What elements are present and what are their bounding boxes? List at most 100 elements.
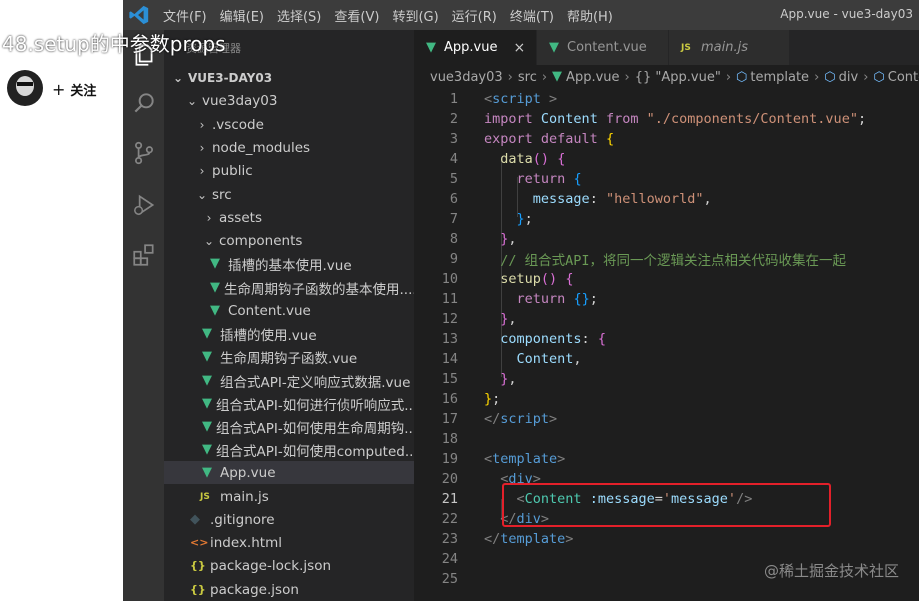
code-line: 17 </script> [441, 411, 558, 428]
chevron-right-icon: › [725, 69, 732, 85]
menu-edit[interactable]: 编辑(E) [220, 6, 264, 25]
code-line: 23 </template> [441, 531, 574, 548]
menu-terminal[interactable]: 终端(T) [510, 6, 554, 25]
tree-folder-assets[interactable]: › assets [164, 206, 414, 229]
vue-file-icon: ▼ [202, 395, 212, 411]
vue-file-icon: ▼ [210, 279, 220, 295]
code-line: 8 }, [449, 231, 517, 248]
code-line: 11 return {}; [441, 291, 598, 308]
breadcrumb-item[interactable]: App.vue [566, 70, 619, 85]
chevron-right-icon: › [507, 69, 513, 85]
json-file-icon: {} [190, 583, 206, 596]
tree-file-vue[interactable]: ▼ 组合式API-定义响应式数据.vue [164, 369, 414, 392]
vue-file-icon: ▼ [552, 69, 563, 84]
chevron-right-icon: › [199, 117, 205, 132]
tree-file-package-json[interactable]: {} package.json [164, 578, 414, 601]
tree-file-vue[interactable]: ▼ 插槽的使用.vue [164, 322, 414, 345]
symbol-icon: ⬡ [873, 69, 885, 85]
breadcrumb-item[interactable]: template [750, 70, 809, 85]
tree-folder-public[interactable]: › public [164, 159, 414, 182]
tree-folder-components[interactable]: ⌄ components [164, 229, 414, 252]
menu-view[interactable]: 查看(V) [334, 6, 379, 25]
follow-button[interactable]: + 关注 [52, 80, 96, 99]
breadcrumb-item[interactable]: vue3day03 [430, 70, 503, 85]
tree-file-vue[interactable]: ▼ 组合式API-如何使用生命周期钩... [164, 415, 414, 438]
plus-icon: + [52, 80, 66, 99]
chevron-right-icon: › [814, 69, 820, 85]
code-line: 12 }, [441, 311, 517, 328]
code-line: 14 Content, [441, 351, 582, 368]
tree-file-vue[interactable]: ▼ 组合式API-如何进行侦听响应式... [164, 392, 414, 415]
menu-bar: 文件(F) 编辑(E) 选择(S) 查看(V) 转到(G) 运行(R) 终端(T… [163, 6, 626, 25]
code-line: 9 // 组合式API，将同一个逻辑关注点相关代码收集在一起 [449, 251, 847, 270]
tab-app-vue[interactable]: ▼ App.vue × [414, 30, 536, 65]
extensions-icon[interactable] [131, 242, 157, 268]
code-line: 18 [441, 431, 458, 448]
menu-file[interactable]: 文件(F) [163, 6, 207, 25]
code-line: 10 setup() { [441, 271, 574, 288]
tree-file-content-vue[interactable]: ▼ Content.vue [164, 299, 414, 322]
chevron-down-icon: ⌄ [172, 70, 184, 85]
breadcrumb-item[interactable]: {} "App.vue" [635, 70, 721, 85]
symbol-icon: ⬡ [736, 69, 748, 85]
menu-help[interactable]: 帮助(H) [567, 6, 613, 25]
chevron-right-icon: › [863, 69, 869, 85]
symbol-icon: ⬡ [824, 69, 836, 85]
tree-file-vue[interactable]: ▼ 插槽的基本使用.vue [164, 252, 414, 275]
tree-file-app-vue[interactable]: ▼ App.vue [164, 461, 414, 484]
vue-file-icon: ▼ [210, 302, 220, 318]
vue-file-icon: ▼ [202, 441, 212, 457]
breadcrumb: vue3day03 › src › ▼ App.vue › {} "App.vue" › … [414, 65, 919, 89]
source-control-icon[interactable] [131, 140, 157, 166]
tree-file-vue[interactable]: ▼ 生命周期钩子函数的基本使用.... [164, 276, 414, 299]
explorer-sidebar: 资源管理器 ⌄ VUE3-DAY03 ⌄ vue3day03 › .vscode › n… [164, 30, 414, 601]
tree-folder-node-modules[interactable]: › node_modules [164, 136, 414, 159]
close-icon[interactable]: × [513, 40, 525, 56]
tree-folder-vue3day03[interactable]: ⌄ vue3day03 [164, 89, 414, 112]
chevron-down-icon: ⌄ [203, 233, 215, 248]
video-title: 48.setup的中参数props [2, 32, 226, 56]
menu-go[interactable]: 转到(G) [392, 6, 438, 25]
vue-file-icon: ▼ [202, 348, 212, 364]
tree-file-package-lock-json[interactable]: {} package-lock.json [164, 554, 414, 577]
code-line: 16}; [441, 391, 501, 408]
menu-run[interactable]: 运行(R) [452, 6, 497, 25]
tree-folder-src[interactable]: ⌄ src [164, 183, 414, 206]
editor-tabs: ▼ App.vue × ▼ Content.vue JS main.js [414, 30, 919, 65]
tree-file-main-js[interactable]: JS main.js [164, 485, 414, 508]
breadcrumb-item[interactable]: div [839, 70, 859, 85]
menu-selection[interactable]: 选择(S) [277, 6, 321, 25]
watermark: @稀土掘金技术社区 [763, 562, 899, 580]
json-file-icon: {} [190, 559, 206, 572]
workspace-root[interactable]: ⌄ VUE3-DAY03 [164, 66, 414, 89]
chevron-right-icon: › [541, 69, 548, 85]
vue-file-icon: ▼ [202, 325, 212, 341]
code-line: 2 import Content from "./components/Conte… [449, 111, 867, 128]
author-avatar[interactable] [7, 70, 43, 106]
chevron-down-icon: ⌄ [186, 93, 198, 108]
chevron-right-icon: › [199, 163, 205, 178]
tab-main-js[interactable]: JS main.js [669, 30, 789, 65]
code-editor[interactable]: 1 <script > 2 import Content from "./compo… [414, 89, 919, 601]
tab-content-vue[interactable]: ▼ Content.vue [537, 30, 668, 65]
chevron-right-icon: › [206, 210, 212, 225]
annotation-highlight-box [502, 483, 831, 527]
html-file-icon: <> [190, 536, 209, 549]
tree-folder-vscode[interactable]: › .vscode [164, 113, 414, 136]
vue-file-icon: ▼ [202, 464, 212, 480]
chevron-down-icon: ⌄ [196, 187, 208, 202]
code-line: 7 }; [449, 211, 533, 228]
vue-file-icon: ▼ [202, 372, 212, 388]
tree-file-index-html[interactable]: <> index.html [164, 531, 414, 554]
code-line: 13 components: { [441, 331, 606, 348]
search-icon[interactable] [131, 90, 157, 116]
code-line: 4 data() { [449, 151, 566, 168]
tree-file-gitignore[interactable]: ◆ .gitignore [164, 508, 414, 531]
breadcrumb-item[interactable]: src [518, 70, 537, 85]
vscode-logo-icon [129, 5, 149, 25]
tree-file-vue[interactable]: ▼ 生命周期钩子函数.vue [164, 345, 414, 368]
breadcrumb-item[interactable]: Conte [888, 70, 919, 85]
vue-file-icon: ▼ [202, 418, 212, 434]
tree-file-vue[interactable]: ▼ 组合式API-如何使用computed.... [164, 438, 414, 461]
run-debug-icon[interactable] [131, 192, 157, 218]
